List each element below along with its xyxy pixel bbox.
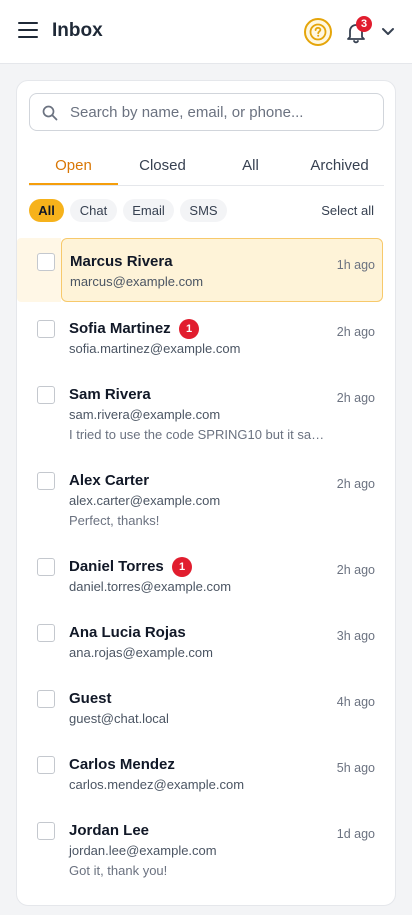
- contact-name: Guest: [69, 690, 112, 707]
- row-checkbox[interactable]: [37, 472, 55, 490]
- last-message-time: 4h ago: [336, 695, 375, 709]
- unread-count-badge: 1: [179, 319, 199, 339]
- last-message-time: 2h ago: [336, 391, 375, 405]
- filter-chip-email[interactable]: Email: [123, 199, 174, 222]
- last-message-time: 2h ago: [336, 477, 375, 491]
- conversation-row[interactable]: Sofia Martinez sofia.martinez@example.com…: [17, 305, 395, 369]
- channel-filters: All Chat Email SMS Select all: [29, 199, 384, 223]
- row-checkbox[interactable]: [37, 253, 55, 271]
- top-bar: Inbox 3: [0, 0, 412, 64]
- row-checkbox[interactable]: [37, 558, 55, 576]
- last-message-time: 1d ago: [336, 827, 375, 841]
- message-preview: I tried to use the code SPRING10 but it …: [69, 427, 327, 442]
- contact-name: Carlos Mendez: [69, 756, 175, 773]
- search-icon: [42, 105, 58, 121]
- row-checkbox[interactable]: [37, 320, 55, 338]
- last-message-time: 2h ago: [336, 563, 375, 577]
- contact-email: marcus@example.com: [70, 274, 204, 289]
- inbox-panel: Open Closed All Archived All Chat Email …: [16, 80, 396, 906]
- row-checkbox[interactable]: [37, 690, 55, 708]
- chevron-down-icon[interactable]: [380, 25, 396, 39]
- select-all-button[interactable]: Select all: [321, 199, 374, 222]
- contact-email: daniel.torres@example.com: [69, 579, 232, 594]
- row-checkbox[interactable]: [37, 756, 55, 774]
- conversation-row[interactable]: Jordan Lee jordan.lee@example.com Got it, …: [17, 807, 395, 887]
- conversation-row[interactable]: Sam Rivera sam.rivera@example.com I tried …: [17, 371, 395, 451]
- row-checkbox[interactable]: [37, 822, 55, 840]
- contact-name: Jordan Lee: [69, 822, 150, 839]
- tab-archived[interactable]: Archived: [295, 149, 384, 185]
- row-checkbox[interactable]: [37, 624, 55, 642]
- filter-chip-chat[interactable]: Chat: [70, 199, 117, 222]
- contact-email: sam.rivera@example.com: [69, 407, 221, 422]
- conversation-row[interactable]: Alex Carter alex.carter@example.com Perfec…: [17, 457, 395, 537]
- question-circle-icon[interactable]: [304, 18, 332, 46]
- contact-email: guest@chat.local: [69, 711, 169, 726]
- contact-name: Sofia Martinez: [69, 320, 171, 337]
- last-message-time: 2h ago: [336, 325, 375, 339]
- conversation-row[interactable]: Carlos Mendez carlos.mendez@example.com 5h…: [17, 741, 395, 805]
- conversation-row[interactable]: Daniel Torres daniel.torres@example.com 2h…: [17, 543, 395, 607]
- status-tabs: Open Closed All Archived: [29, 149, 384, 186]
- filter-chip-all[interactable]: All: [29, 199, 64, 222]
- hamburger-icon[interactable]: [18, 22, 38, 40]
- contact-name: Alex Carter: [69, 472, 150, 489]
- conversation-row[interactable]: Ana Lucia Rojas ana.rojas@example.com 3h a…: [17, 609, 395, 673]
- contact-email: carlos.mendez@example.com: [69, 777, 245, 792]
- tab-closed[interactable]: Closed: [118, 149, 207, 185]
- contact-email: ana.rojas@example.com: [69, 645, 213, 660]
- contact-name: Daniel Torres: [69, 558, 164, 575]
- row-checkbox[interactable]: [37, 386, 55, 404]
- conversation-row[interactable]: Marcus Rivera marcus@example.com 1h ago: [17, 238, 395, 302]
- tab-open[interactable]: Open: [29, 149, 118, 185]
- contact-name: Marcus Rivera: [70, 253, 173, 270]
- last-message-time: 5h ago: [336, 761, 375, 775]
- contact-name: Sam Rivera: [69, 386, 151, 403]
- selected-row-card: [61, 238, 383, 302]
- contact-email: sofia.martinez@example.com: [69, 341, 241, 356]
- filter-chip-sms[interactable]: SMS: [180, 199, 227, 222]
- contact-name: Ana Lucia Rojas: [69, 624, 186, 641]
- unread-count-badge: 1: [172, 557, 192, 577]
- search-input[interactable]: [70, 94, 375, 130]
- search-box: [29, 93, 384, 131]
- contact-email: alex.carter@example.com: [69, 493, 221, 508]
- contact-email: jordan.lee@example.com: [69, 843, 217, 858]
- last-message-time: 1h ago: [336, 258, 375, 272]
- message-preview: Got it, thank you!: [69, 863, 168, 878]
- last-message-time: 3h ago: [336, 629, 375, 643]
- page-title: Inbox: [52, 20, 103, 41]
- conversation-row[interactable]: Guest guest@chat.local 4h ago: [17, 675, 395, 739]
- notification-count-badge: 3: [356, 16, 372, 32]
- message-preview: Perfect, thanks!: [69, 513, 160, 528]
- tab-all[interactable]: All: [206, 149, 295, 185]
